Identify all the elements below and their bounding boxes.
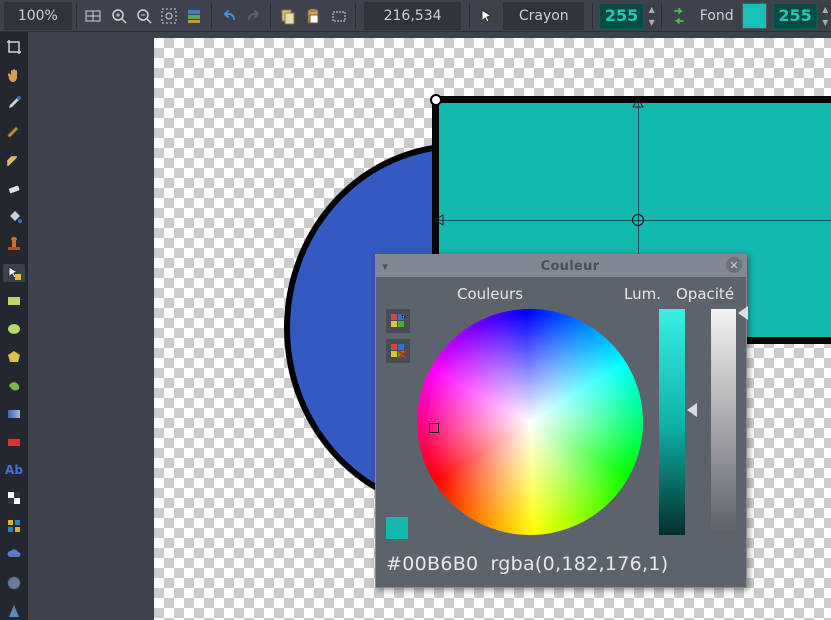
luminosity-slider[interactable] [659,309,685,535]
crop-icon[interactable] [328,5,349,27]
color-wheel-cursor[interactable] [429,423,439,433]
undo-icon[interactable] [218,5,239,27]
background-color-swatch[interactable] [742,3,767,29]
crop-tool-icon[interactable] [3,38,25,56]
color-rgba: rgba(0,182,176,1) [490,553,668,575]
rect-shape-icon[interactable] [3,292,25,310]
polygon-shape-icon[interactable] [3,348,25,366]
spinner-down-icon: ▼ [819,16,831,29]
tool-palette: Ab [0,32,28,620]
current-color-swatch[interactable] [386,517,408,539]
freehand-shape-icon[interactable] [3,376,25,394]
background-label: Fond [700,8,734,24]
fg-alpha-spinner[interactable]: ▲▼ [646,3,658,29]
background-alpha[interactable]: 255 [773,3,818,29]
color-wheel[interactable] [415,309,641,539]
palette-add-icon[interactable] [386,309,410,333]
swap-colors-icon[interactable] [668,5,689,27]
copy-icon[interactable] [277,5,298,27]
zoom-selection-icon[interactable] [158,5,179,27]
palette-remove-icon[interactable] [386,339,410,363]
hand-tool-icon[interactable] [3,66,25,84]
paste-icon[interactable] [303,5,324,27]
text-tool-icon[interactable]: Ab [3,461,25,479]
ellipse-shape-icon[interactable] [3,320,25,338]
luminosity-handle[interactable] [687,403,697,417]
spray-tool-icon[interactable] [3,151,25,169]
fit-window-icon[interactable] [83,5,104,27]
current-tool-name: Crayon [503,2,584,30]
pattern-tool-icon[interactable] [3,517,25,535]
color-readout: #00B6B0 rgba(0,182,176,1) [386,553,736,575]
spinner-down-icon: ▼ [646,16,658,29]
solid-rect-icon[interactable] [3,433,25,451]
blob-tool-icon[interactable] [3,574,25,592]
redo-icon[interactable] [243,5,264,27]
zoom-level[interactable]: 100% [4,2,72,30]
cloud-tool-icon[interactable] [3,545,25,563]
zoom-in-icon[interactable] [108,5,129,27]
eyedropper-tool-icon[interactable] [3,94,25,112]
spinner-up-icon: ▲ [646,3,658,16]
dialog-title: Couleur [394,259,746,274]
checker-tool-icon[interactable] [3,489,25,507]
zoom-out-icon[interactable] [133,5,154,27]
top-toolbar: 100% 216,534 Crayon 255 ▲▼ [0,0,831,32]
cursor-coordinates: 216,534 [364,2,461,30]
color-hex: #00B6B0 [386,553,478,575]
cone-tool-icon[interactable] [3,602,25,620]
opacity-slider[interactable] [711,309,737,535]
eraser-tool-icon[interactable] [3,179,25,197]
layers-icon[interactable] [184,5,205,27]
dialog-column-headers: Couleurs Lum. Opacité [386,285,736,303]
selection-tool-icon[interactable] [3,264,25,282]
dialog-titlebar[interactable]: ▾ Couleur ✕ [376,255,746,277]
gradient-tool-icon[interactable] [3,404,25,422]
stamp-tool-icon[interactable] [3,235,25,253]
spinner-up-icon: ▲ [819,3,831,16]
bg-alpha-spinner[interactable]: ▲▼ [819,3,831,29]
pointer-icon[interactable] [476,5,497,27]
canvas-gutter [28,32,154,620]
brush-tool-icon[interactable] [3,123,25,141]
opacity-handle[interactable] [738,306,748,320]
fill-tool-icon[interactable] [3,207,25,225]
color-dialog: ▾ Couleur ✕ Couleurs Lum. Opacité [375,254,747,588]
dialog-collapse-icon[interactable]: ▾ [376,260,394,273]
dialog-close-icon[interactable]: ✕ [726,257,742,273]
foreground-alpha[interactable]: 255 [599,3,644,29]
